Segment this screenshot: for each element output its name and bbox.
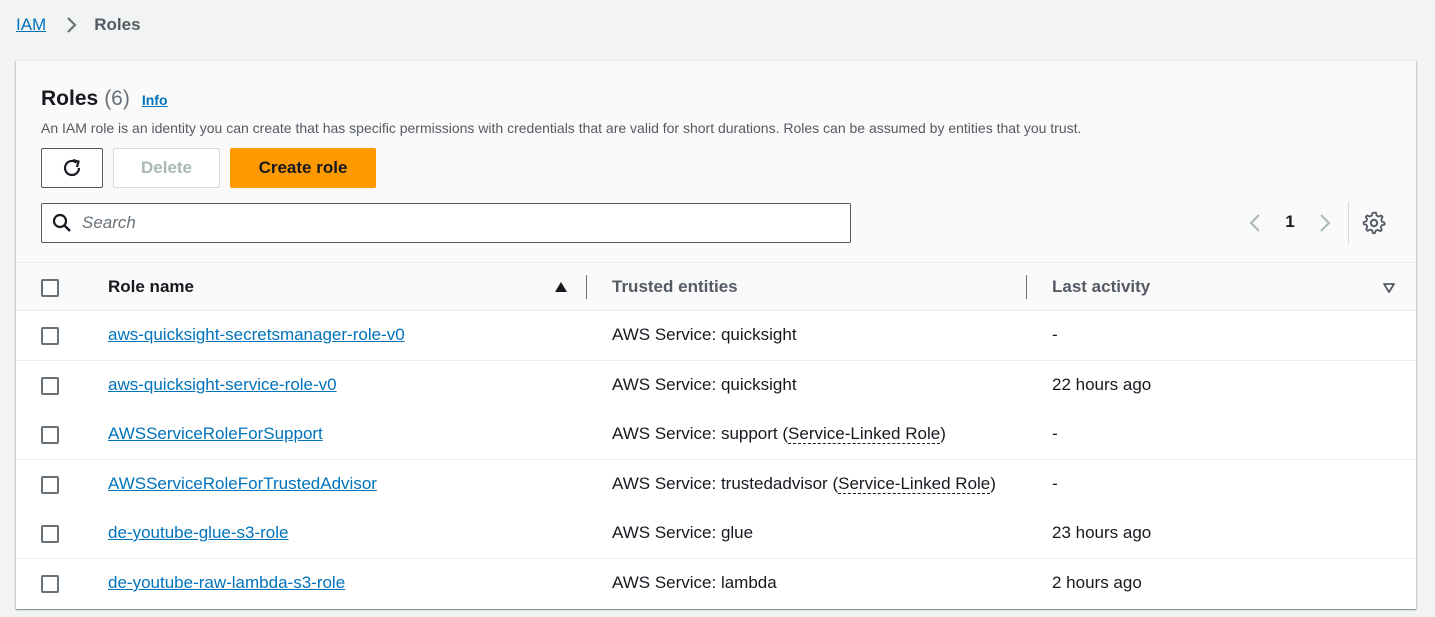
table-header: Role name Trusted entities Last activity <box>16 263 1416 311</box>
row-checkbox[interactable] <box>41 575 59 593</box>
trusted-entity: AWS Service: quicksight <box>612 375 797 394</box>
column-trusted-entities[interactable]: Trusted entities <box>612 277 738 297</box>
roles-count: (6) <box>104 87 130 110</box>
sort-descending-icon[interactable] <box>1382 281 1396 295</box>
table-row: aws-quicksight-secretsmanager-role-v0 AW… <box>16 311 1416 361</box>
trusted-entity: AWS Service: support <box>612 424 778 443</box>
trusted-entity: AWS Service: quicksight <box>612 325 797 344</box>
last-activity: 23 hours ago <box>1052 523 1152 542</box>
search-field[interactable] <box>41 203 851 243</box>
refresh-icon <box>61 157 83 179</box>
table-row: aws-quicksight-service-role-v0 AWS Servi… <box>16 361 1416 411</box>
row-checkbox[interactable] <box>41 327 59 345</box>
table-row: AWSServiceRoleForSupport AWS Service: su… <box>16 410 1416 460</box>
chevron-left-icon[interactable] <box>1244 212 1266 234</box>
role-name-link[interactable]: de-youtube-raw-lambda-s3-role <box>108 573 345 593</box>
breadcrumb-iam-link[interactable]: IAM <box>16 15 46 35</box>
delete-button[interactable]: Delete <box>113 148 220 188</box>
table-row: AWSServiceRoleForTrustedAdvisor AWS Serv… <box>16 460 1416 510</box>
breadcrumb-current: Roles <box>94 15 141 34</box>
last-activity: 2 hours ago <box>1052 573 1142 592</box>
trusted-entity-cell: AWS Service: trustedadvisor (Service-Lin… <box>612 474 996 494</box>
select-all-checkbox[interactable] <box>41 279 59 297</box>
table-row: de-youtube-raw-lambda-s3-role AWS Servic… <box>16 559 1416 609</box>
row-checkbox[interactable] <box>41 377 59 395</box>
last-activity: - <box>1052 325 1058 344</box>
sort-ascending-icon[interactable] <box>554 280 568 294</box>
column-role-name[interactable]: Role name <box>108 277 194 297</box>
role-name-link[interactable]: aws-quicksight-service-role-v0 <box>108 375 337 395</box>
service-linked-role-tag[interactable]: Service-Linked Role <box>788 424 941 444</box>
gear-icon[interactable] <box>1362 211 1386 235</box>
row-checkbox[interactable] <box>41 525 59 543</box>
panel-header: Roles (6) Info An IAM role is an identit… <box>16 61 1416 263</box>
search-input[interactable] <box>82 213 842 233</box>
last-activity: 22 hours ago <box>1052 375 1152 394</box>
trusted-entity: AWS Service: lambda <box>612 573 777 592</box>
create-role-button[interactable]: Create role <box>230 148 376 188</box>
last-activity: - <box>1052 474 1058 493</box>
column-last-activity[interactable]: Last activity <box>1052 277 1150 297</box>
last-activity: - <box>1052 424 1058 443</box>
role-name-link[interactable]: AWSServiceRoleForTrustedAdvisor <box>108 474 377 494</box>
info-link[interactable]: Info <box>142 92 168 108</box>
trusted-entity-cell: AWS Service: support (Service-Linked Rol… <box>612 424 946 444</box>
column-divider[interactable] <box>586 275 587 299</box>
role-name-link[interactable]: aws-quicksight-secretsmanager-role-v0 <box>108 325 405 345</box>
roles-panel: Roles (6) Info An IAM role is an identit… <box>16 60 1416 609</box>
refresh-button[interactable] <box>41 148 103 188</box>
column-divider[interactable] <box>1026 275 1027 299</box>
role-name-link[interactable]: AWSServiceRoleForSupport <box>108 424 323 444</box>
service-linked-role-tag[interactable]: Service-Linked Role <box>838 474 991 494</box>
trusted-entity: AWS Service: glue <box>612 523 754 542</box>
page-title: Roles <box>41 87 99 110</box>
breadcrumb: IAM Roles <box>16 14 141 36</box>
table-row: de-youtube-glue-s3-role AWS Service: glu… <box>16 509 1416 559</box>
page-number[interactable]: 1 <box>1284 212 1296 232</box>
title-row: Roles (6) Info <box>41 87 168 111</box>
row-checkbox[interactable] <box>41 476 59 494</box>
search-icon <box>52 213 72 233</box>
page-description: An IAM role is an identity you can creat… <box>41 120 1082 136</box>
chevron-right-icon[interactable] <box>1314 212 1336 234</box>
row-checkbox[interactable] <box>41 426 59 444</box>
role-name-link[interactable]: de-youtube-glue-s3-role <box>108 523 289 543</box>
chevron-right-icon <box>60 14 82 36</box>
trusted-entity: AWS Service: trustedadvisor <box>612 474 828 493</box>
divider <box>1348 202 1349 244</box>
